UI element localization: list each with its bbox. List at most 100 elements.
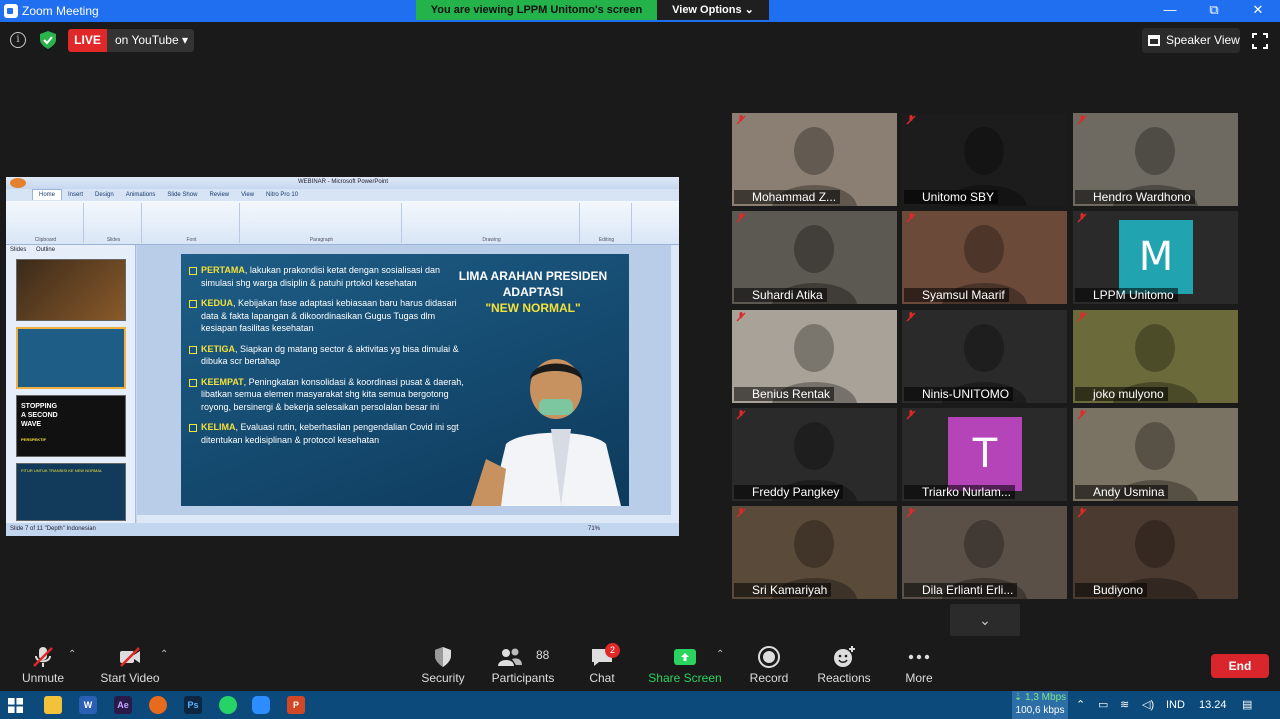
title-bar: Zoom Meeting You are viewing LPPM Unitom… [0, 0, 1280, 22]
slide-thumbnail[interactable]: FITUR UNTUK TRANSISI KE NEW NORMAL [16, 463, 126, 521]
audio-options-caret-icon[interactable]: ⌃ [68, 649, 76, 660]
video-options-caret-icon[interactable]: ⌃ [160, 649, 168, 660]
view-options-button[interactable]: View Options ⌄ [657, 0, 769, 20]
slide-thumbnail[interactable] [16, 259, 126, 321]
participant-tile[interactable]: Benius Rentak [732, 310, 897, 403]
font-group[interactable]: Font [144, 203, 240, 243]
speaker-view-button[interactable]: Speaker View [1142, 28, 1240, 53]
live-on-youtube-dropdown[interactable]: on YouTube ▾ [107, 29, 194, 52]
more-button[interactable]: More [896, 637, 942, 691]
ribbon-tab[interactable]: View [235, 190, 260, 200]
participant-tile[interactable]: Andy Usmina [1073, 408, 1238, 501]
participant-tile[interactable]: joko mulyono [1073, 310, 1238, 403]
powerpoint-window-title: WEBINAR - Microsoft PowerPoint [298, 179, 389, 185]
participant-tile[interactable]: Freddy Pangkey [732, 408, 897, 501]
drawing-group[interactable]: Drawing [404, 203, 580, 243]
record-icon [758, 646, 780, 668]
slides-tab[interactable]: Slides [10, 247, 26, 253]
status-bar: Slide 7 of 11 "Depth" Indonesian 71% [6, 523, 679, 536]
firefox-icon[interactable] [149, 696, 167, 714]
participant-name: Dila Erlianti Erli... [904, 583, 1018, 597]
share-screen-button[interactable]: Share Screen [648, 637, 722, 691]
record-button[interactable]: Record [744, 637, 794, 691]
vertical-scrollbar[interactable] [671, 245, 679, 523]
outline-tab[interactable]: Outline [36, 247, 55, 253]
wifi-icon[interactable]: ≋ [1120, 691, 1129, 719]
zoom-meeting-window: Zoom Meeting You are viewing LPPM Unitom… [0, 0, 1280, 719]
participant-tile[interactable]: Suhardi Atika [732, 211, 897, 304]
encryption-shield-icon[interactable] [40, 31, 56, 49]
paragraph-group[interactable]: Paragraph [242, 203, 402, 243]
whatsapp-icon[interactable] [219, 696, 237, 714]
start-video-button[interactable]: Start Video [98, 637, 162, 691]
ribbon-tab[interactable]: Review [203, 190, 235, 200]
participant-avatar: M [1119, 220, 1193, 294]
close-button[interactable]: ✕ [1238, 0, 1278, 22]
participant-tile[interactable]: Budiyono [1073, 506, 1238, 599]
upload-speed: 100,6 kbps [1015, 705, 1065, 716]
reactions-button[interactable]: Reactions [816, 637, 872, 691]
share-options-caret-icon[interactable]: ⌃ [716, 649, 724, 660]
participant-name: Triarko Nurlam... [904, 485, 1015, 499]
editing-group[interactable]: Editing [582, 203, 632, 243]
word-icon[interactable]: W [79, 696, 97, 714]
volume-icon[interactable]: ◁) [1142, 691, 1154, 719]
slides-group[interactable]: Slides [86, 203, 142, 243]
minimize-button[interactable]: — [1150, 0, 1190, 22]
smiley-plus-icon [834, 646, 855, 667]
window-title: Zoom Meeting [22, 4, 99, 18]
end-meeting-button[interactable]: End [1211, 654, 1269, 678]
bullet-heading: KETIGA [201, 343, 236, 354]
photoshop-icon[interactable]: Ps [184, 696, 202, 714]
group-label: Font [186, 237, 197, 243]
ribbon-tab[interactable]: Nitro Pro 10 [260, 190, 304, 200]
slide-thumbnails-panel[interactable]: Slides Outline STOPPING A SECOND WAVE PE… [6, 245, 136, 523]
slide-thumbnail[interactable]: STOPPING A SECOND WAVE PERSPEKTIF [16, 395, 126, 457]
clipboard-group[interactable]: Clipboard [8, 203, 84, 243]
participant-tile[interactable]: Dila Erlianti Erli... [902, 506, 1067, 599]
ribbon-tab[interactable]: Animations [120, 190, 162, 200]
ribbon-tab[interactable]: Design [89, 190, 120, 200]
participant-name: LPPM Unitomo [1075, 288, 1178, 302]
chat-button[interactable]: Chat [578, 637, 626, 691]
participant-tile[interactable]: M LPPM Unitomo [1073, 211, 1238, 304]
notifications-icon[interactable]: ▤ [1242, 691, 1252, 719]
ribbon-tab[interactable]: Home [32, 189, 63, 200]
participants-button[interactable]: 88 Participants [490, 637, 556, 691]
participant-tile[interactable]: Syamsul Maarif [902, 211, 1067, 304]
windows-taskbar: W Ae Ps P ⇣ 1,3 Mbps 100,6 kbps ⌃ ▭ ≋ ◁)… [0, 691, 1280, 719]
after-effects-icon[interactable]: Ae [114, 696, 132, 714]
more-label: More [905, 671, 933, 685]
tray-overflow-icon[interactable]: ⌃ [1076, 691, 1085, 719]
powerpoint-taskbar-icon[interactable]: P [287, 696, 305, 714]
input-language[interactable]: IND [1166, 691, 1185, 719]
slide-editing-area[interactable]: LIMA ARAHAN PRESIDEN ADAPTASI "NEW NORMA… [137, 245, 671, 515]
ribbon-tab[interactable]: Slide Show [161, 190, 203, 200]
horizontal-scrollbar[interactable] [137, 515, 671, 523]
participant-tile[interactable]: Hendro Wardhono [1073, 113, 1238, 206]
clock[interactable]: 13.24 [1199, 691, 1227, 719]
slide-thumbnail[interactable] [16, 327, 126, 389]
participant-tile[interactable]: Mohammad Z... [732, 113, 897, 206]
participant-tile[interactable]: Unitomo SBY [902, 113, 1067, 206]
unmute-button[interactable]: Unmute [14, 637, 72, 691]
participant-name: Syamsul Maarif [904, 288, 1009, 302]
muted-mic-icon [33, 647, 53, 667]
windows-start-icon[interactable] [8, 698, 23, 713]
gallery-next-page-button[interactable]: ⌄ [950, 604, 1020, 636]
share-screen-label: Share Screen [648, 671, 722, 685]
file-explorer-icon[interactable] [44, 696, 62, 714]
zoom-level[interactable]: 71% [588, 523, 600, 536]
participant-tile[interactable]: Ninis-UNITOMO [902, 310, 1067, 403]
participant-name: Sri Kamariyah [734, 583, 832, 597]
battery-icon[interactable]: ▭ [1098, 691, 1108, 719]
zoom-taskbar-icon[interactable] [252, 696, 270, 714]
participant-tile[interactable]: T Triarko Nurlam... [902, 408, 1067, 501]
fullscreen-icon[interactable] [1252, 33, 1268, 49]
shared-screen[interactable]: WEBINAR - Microsoft PowerPoint Home Inser… [6, 177, 679, 536]
participant-tile[interactable]: Sri Kamariyah [732, 506, 897, 599]
security-button[interactable]: Security [416, 637, 470, 691]
ribbon-tab[interactable]: Insert [62, 190, 89, 200]
info-icon[interactable]: i [10, 32, 26, 48]
restore-button[interactable]: ⧉ [1194, 0, 1234, 22]
